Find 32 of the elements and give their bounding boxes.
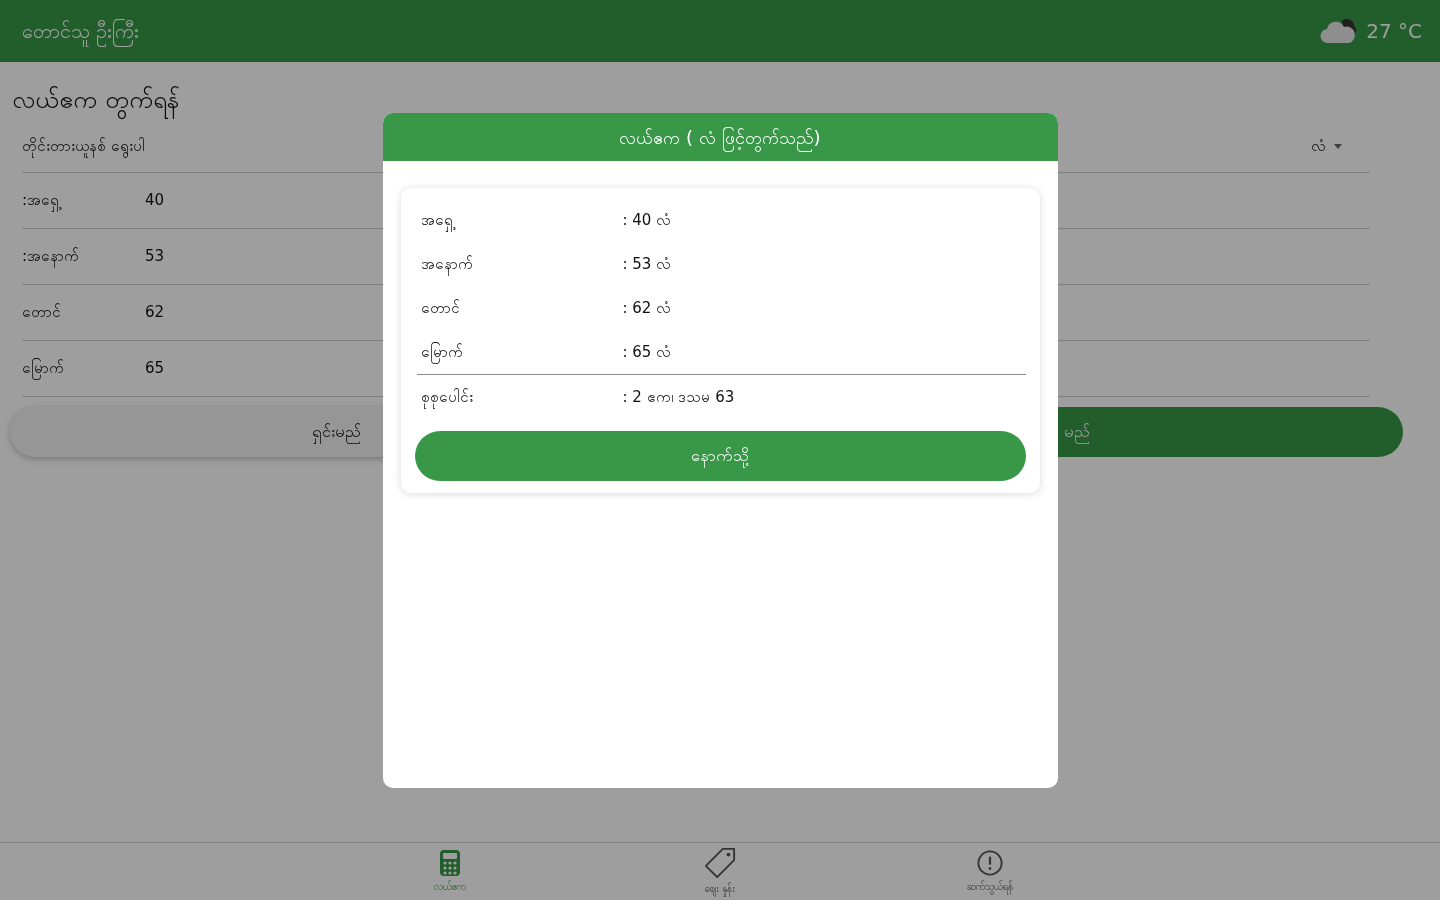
side-label: မြောက်	[22, 356, 145, 380]
side-label: မြောက်	[420, 340, 623, 364]
nav-tab[interactable]: လယ်ဧက	[315, 843, 585, 900]
side-length: : 62 လံ	[622, 297, 672, 319]
side-label: တောင်	[22, 301, 62, 323]
side-value: 65	[145, 357, 165, 379]
side-label: :အရှေ့	[22, 188, 145, 212]
unit-label: တိုင်းတားယူနစ် ရွေးပါ	[22, 134, 145, 158]
back-button[interactable]: နောက်သို့	[414, 431, 1026, 481]
total-value: : 2 ဧက၊ ဒသမ 63	[622, 386, 735, 408]
side-value: 62	[145, 301, 165, 323]
tag-icon	[704, 847, 736, 879]
temperature-text: 27 °C	[1366, 18, 1422, 45]
side-length: : 40 လံ	[622, 209, 672, 231]
side-label: အရှေ့	[420, 208, 623, 232]
side-label: :အနောက်	[22, 244, 145, 268]
dialog-title: လယ်ဧက ( လံ ဖြင့်တွက်သည်)	[382, 113, 1058, 161]
side-length: : 65 လံ	[622, 341, 672, 363]
side-value: 53	[145, 245, 165, 267]
info-icon	[977, 849, 1003, 877]
caret-icon	[1334, 143, 1342, 149]
side-value: 40	[145, 189, 165, 211]
unit-dropdown[interactable]: လံ	[1311, 134, 1342, 158]
side-length: : 53 လံ	[622, 253, 672, 275]
nav-tab[interactable]: ဆက်သွယ်ရန်	[855, 843, 1125, 900]
total-label: စုစုပေါင်း	[420, 385, 623, 409]
side-label: တောင်	[420, 297, 461, 319]
calculator-icon	[437, 849, 463, 877]
nav-tab[interactable]: ဈေး နှုန်း	[585, 843, 855, 900]
app-title: တောင်သူ ဦးကြီး	[22, 16, 140, 46]
side-label: အနောက်	[420, 252, 623, 276]
cloud-icon	[1320, 18, 1359, 44]
